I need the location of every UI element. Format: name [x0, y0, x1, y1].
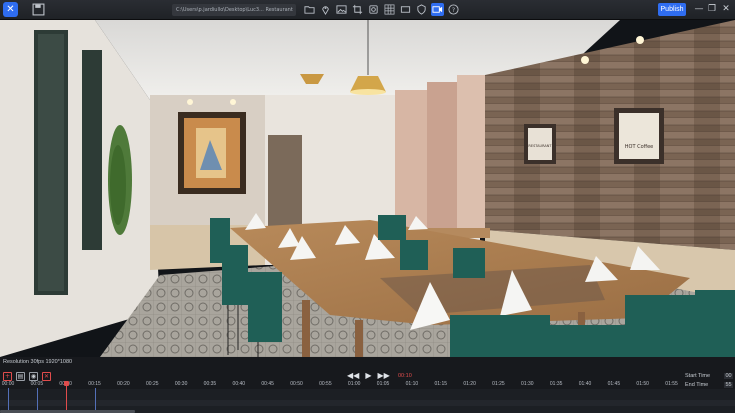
close-icon[interactable]: ✕ — [720, 3, 732, 16]
tick-label: 00:55 — [319, 381, 332, 387]
restaurant-sign-text: RESTAURANT — [528, 144, 552, 148]
layers-icon[interactable] — [367, 3, 380, 16]
tick-label: 01:15 — [434, 381, 448, 387]
app-logo-icon[interactable]: ✕ — [3, 2, 18, 17]
resolution-label: Resolution 30fps 1920*1080 — [3, 359, 73, 365]
start-time-input[interactable]: 00 — [724, 373, 733, 379]
timeline-tool-group: + ▤ ◉ ✕ — [3, 372, 51, 381]
play-icon[interactable]: ▶ — [365, 371, 371, 380]
add-keyframe-icon[interactable]: + — [3, 372, 12, 381]
toolbar-icon-group: ? — [303, 3, 460, 16]
crop-icon[interactable] — [351, 3, 364, 16]
tick-label: 00:35 — [203, 381, 217, 387]
hot-coffee-sign-text: HOT Coffee — [625, 144, 654, 150]
file-path-display: C:\Users\p.jardiullo\Desktop\Luc3... Res… — [172, 4, 296, 16]
tick-label: 01:10 — [405, 381, 419, 387]
playhead-handle[interactable] — [63, 381, 69, 386]
tick-label: 00:30 — [174, 381, 188, 387]
panorama-viewport[interactable]: RESTAURANT HOT Coffee — [0, 20, 735, 357]
tick-label: 01:20 — [463, 381, 476, 387]
delete-icon[interactable]: ✕ — [42, 372, 51, 381]
grid-icon[interactable] — [383, 3, 396, 16]
keyframe-marker[interactable] — [8, 388, 9, 412]
tick-label: 00:05 — [30, 381, 44, 387]
tick-label: 00:50 — [290, 381, 303, 387]
video-icon[interactable] — [431, 3, 444, 16]
tick-label: 01:45 — [607, 381, 621, 387]
folder-icon[interactable] — [303, 3, 316, 16]
tick-label: 01:25 — [492, 381, 505, 387]
tick-label: 00:25 — [145, 381, 159, 387]
keyframe-marker[interactable] — [36, 388, 38, 412]
playback-controls: ◀◀ ▶ ▶▶ — [347, 371, 390, 380]
keyframe-marker[interactable] — [94, 388, 96, 412]
image-icon[interactable] — [335, 3, 348, 16]
tick-label: 00:00 — [1, 381, 15, 387]
tick-label: 01:35 — [549, 381, 563, 387]
tick-label: 01:50 — [636, 381, 649, 387]
end-time-input[interactable]: 55 — [724, 382, 733, 388]
camera-icon[interactable]: ◉ — [29, 372, 38, 381]
rewind-icon[interactable]: ◀◀ — [347, 371, 359, 380]
tick-label: 00:15 — [88, 381, 101, 387]
help-icon[interactable]: ? — [447, 3, 460, 16]
restaurant-scene: RESTAURANT HOT Coffee — [0, 20, 735, 357]
tick-label: 00:20 — [117, 381, 130, 387]
start-time-label: Start Time — [685, 373, 711, 379]
tick-label: 01:30 — [521, 381, 534, 387]
fast-forward-icon[interactable]: ▶▶ — [377, 371, 389, 380]
tick-label: 00:45 — [261, 381, 274, 387]
shield-icon[interactable] — [415, 3, 428, 16]
current-time: 00:10 — [398, 373, 412, 379]
track-strip — [0, 400, 735, 406]
svg-text:?: ? — [452, 6, 455, 14]
location-pin-icon[interactable] — [319, 3, 332, 16]
tick-label: 01:40 — [578, 381, 592, 387]
film-icon[interactable]: ▤ — [16, 372, 25, 381]
tick-label: 00:40 — [232, 381, 246, 387]
minimize-icon[interactable]: — — [693, 3, 705, 16]
tick-label: 01:55 — [665, 381, 678, 387]
save-icon[interactable] — [32, 3, 45, 16]
title-bar: ✕ C:\Users\p.jardiullo\Desktop\Luc3... R… — [0, 0, 735, 20]
end-time-label: End Time — [685, 382, 709, 388]
rectangle-icon[interactable] — [399, 3, 412, 16]
publish-button[interactable]: Publish — [658, 3, 686, 16]
tick-label: 01:00 — [347, 381, 361, 387]
maximize-icon[interactable]: ❐ — [706, 3, 718, 16]
tick-label: 01:05 — [376, 381, 390, 387]
